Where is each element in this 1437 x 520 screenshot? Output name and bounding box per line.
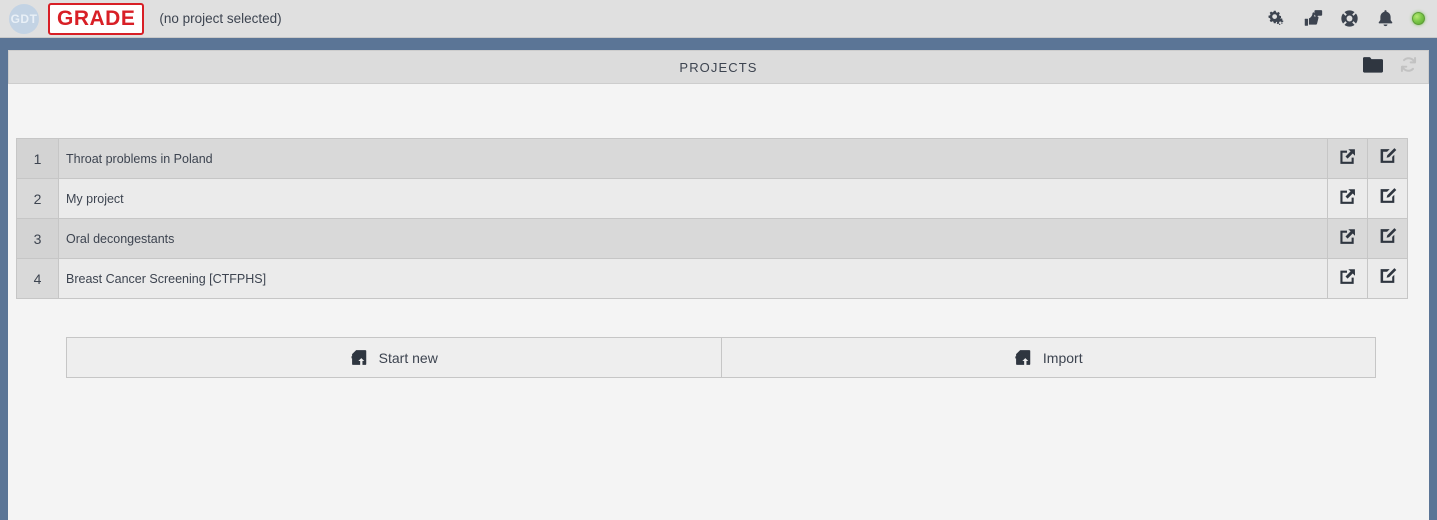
- edit-project-icon[interactable]: [1378, 146, 1398, 166]
- connection-status-led: [1412, 12, 1425, 25]
- selected-project-label: (no project selected): [159, 11, 282, 26]
- row-index: 4: [16, 258, 59, 299]
- edit-project-icon[interactable]: [1378, 266, 1398, 286]
- edit-project-cell[interactable]: [1367, 178, 1408, 219]
- table-row[interactable]: 2 My project: [16, 178, 1408, 219]
- top-bar: GDT GRADE (no project selected): [0, 0, 1437, 38]
- share-project-icon[interactable]: [1338, 146, 1358, 166]
- page-frame: PROJECTS 1 Throat problems in Poland 2 M…: [0, 38, 1437, 520]
- gdt-logo-badge: GDT: [9, 3, 39, 34]
- edit-project-icon[interactable]: [1378, 186, 1398, 206]
- projects-footer-actions: Start new Import: [66, 337, 1376, 378]
- edit-project-cell[interactable]: [1367, 258, 1408, 299]
- row-index: 1: [16, 138, 59, 179]
- app-brand[interactable]: GDT GRADE: [0, 2, 145, 35]
- share-project-cell[interactable]: [1327, 138, 1368, 179]
- project-name[interactable]: Breast Cancer Screening [CTFPHS]: [58, 258, 1328, 299]
- panel-header-actions: [1362, 51, 1418, 83]
- page-title: PROJECTS: [679, 59, 758, 75]
- edit-project-cell[interactable]: [1367, 138, 1408, 179]
- table-row[interactable]: 3 Oral decongestants: [16, 218, 1408, 259]
- help-lifebuoy-icon[interactable]: [1340, 9, 1359, 28]
- share-project-cell[interactable]: [1327, 178, 1368, 219]
- feedback-thumbs-up-icon[interactable]: [1304, 9, 1323, 28]
- project-name[interactable]: Oral decongestants: [58, 218, 1328, 259]
- edit-project-cell[interactable]: [1367, 218, 1408, 259]
- row-index: 2: [16, 178, 59, 219]
- table-row[interactable]: 1 Throat problems in Poland: [16, 138, 1408, 179]
- settings-cogs-icon[interactable]: [1268, 9, 1287, 28]
- notifications-bell-icon[interactable]: [1376, 9, 1395, 28]
- projects-table-body: 1 Throat problems in Poland 2 My project…: [16, 138, 1408, 299]
- content-area: 1 Throat problems in Poland 2 My project…: [8, 84, 1429, 520]
- top-bar-actions: [1268, 9, 1437, 28]
- share-project-cell[interactable]: [1327, 218, 1368, 259]
- edit-project-icon[interactable]: [1378, 226, 1398, 246]
- file-import-icon: [1014, 348, 1033, 367]
- start-new-label: Start new: [378, 349, 438, 366]
- project-name[interactable]: My project: [58, 178, 1328, 219]
- start-new-button[interactable]: Start new: [66, 337, 722, 378]
- share-project-icon[interactable]: [1338, 186, 1358, 206]
- import-button[interactable]: Import: [721, 337, 1376, 378]
- file-plus-icon: [350, 348, 369, 367]
- share-project-icon[interactable]: [1338, 266, 1358, 286]
- open-folder-icon[interactable]: [1362, 56, 1384, 79]
- grade-wordmark: GRADE: [48, 2, 145, 35]
- project-name[interactable]: Throat problems in Poland: [58, 138, 1328, 179]
- row-index: 3: [16, 218, 59, 259]
- refresh-icon[interactable]: [1399, 55, 1418, 79]
- projects-table: 1 Throat problems in Poland 2 My project…: [16, 138, 1408, 299]
- table-row[interactable]: 4 Breast Cancer Screening [CTFPHS]: [16, 258, 1408, 299]
- import-label: Import: [1042, 349, 1083, 366]
- share-project-cell[interactable]: [1327, 258, 1368, 299]
- projects-panel-header: PROJECTS: [8, 50, 1429, 84]
- share-project-icon[interactable]: [1338, 226, 1358, 246]
